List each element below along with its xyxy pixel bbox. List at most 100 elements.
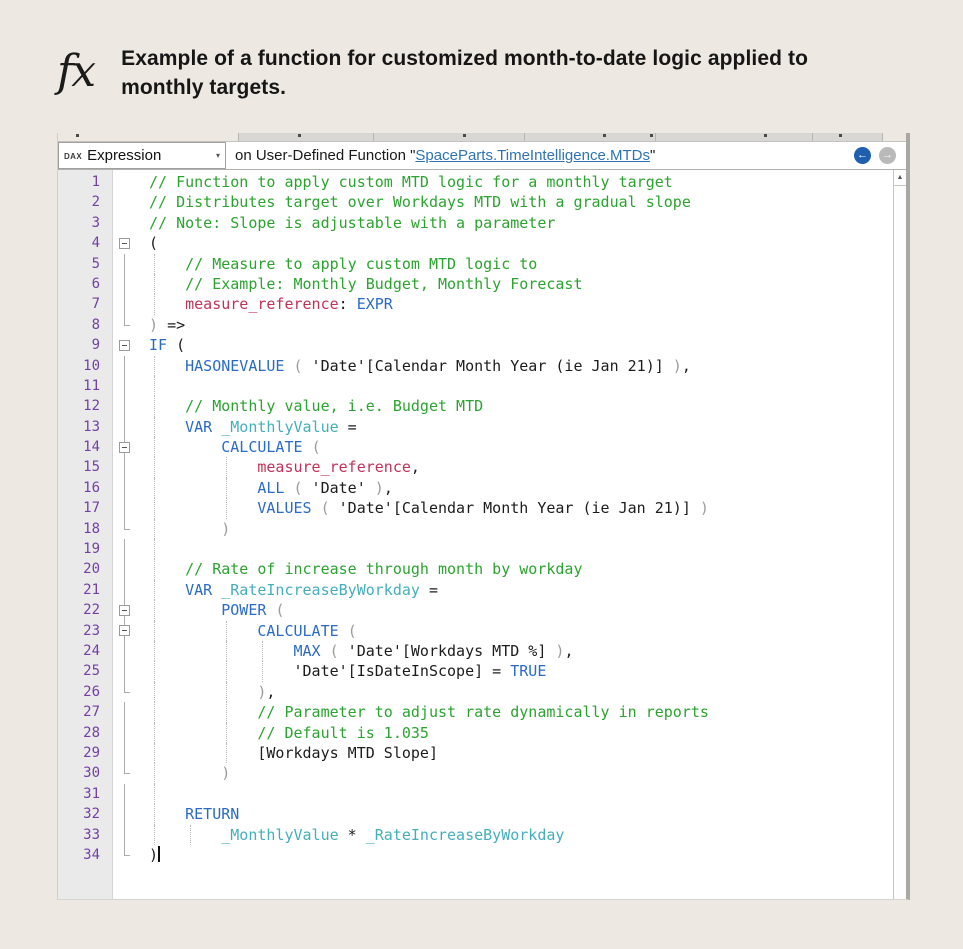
fold-collapse-icon[interactable] [119, 238, 130, 249]
code-text: [Workdays MTD Slope] [143, 743, 893, 763]
tab-text-fragment [76, 134, 79, 137]
fold-collapse-icon[interactable] [119, 442, 130, 453]
cutoff-tab[interactable] [238, 133, 374, 141]
page-header: fx Example of a function for customized … [57, 44, 808, 102]
code-line[interactable]: 14 CALCULATE ( [58, 437, 893, 457]
code-token [212, 581, 221, 599]
code-text: // Monthly value, i.e. Budget MTD [143, 396, 893, 416]
navigate-back-icon[interactable]: ← [854, 147, 871, 164]
code-text: // Distributes target over Workdays MTD … [143, 192, 893, 212]
navigate-forward-icon[interactable]: → [879, 147, 896, 164]
code-line[interactable]: 30 ) [58, 763, 893, 783]
fold-guide-line [124, 478, 125, 498]
cutoff-tab[interactable] [813, 133, 883, 141]
fold-margin [113, 478, 143, 498]
code-line[interactable]: 12 // Monthly value, i.e. Budget MTD [58, 396, 893, 416]
code-line[interactable]: 29 [Workdays MTD Slope] [58, 743, 893, 763]
code-line[interactable]: 21 VAR _RateIncreaseByWorkday = [58, 580, 893, 600]
code-token: // Rate of increase through month by wor… [185, 560, 582, 578]
indent-guide [154, 743, 155, 763]
cutoff-tab[interactable] [656, 133, 813, 141]
code-line[interactable]: 31 [58, 784, 893, 804]
code-line[interactable]: 34) [58, 845, 893, 865]
code-line[interactable]: 28 // Default is 1.035 [58, 723, 893, 743]
fold-margin [113, 294, 143, 314]
indent-guide [226, 723, 227, 743]
code-text: measure_reference, [143, 457, 893, 477]
code-token [149, 703, 257, 721]
cutoff-tab[interactable] [525, 133, 656, 141]
indent-guide [262, 641, 263, 661]
fold-margin [113, 254, 143, 274]
code-area[interactable]: 1// Function to apply custom MTD logic f… [58, 170, 906, 899]
code-line[interactable]: 23 CALCULATE ( [58, 621, 893, 641]
fold-collapse-icon[interactable] [119, 340, 130, 351]
fold-guide-line [124, 356, 125, 376]
code-token: // Default is 1.035 [257, 724, 429, 742]
code-line[interactable]: 26 ), [58, 682, 893, 702]
code-token: // Measure to apply custom MTD logic to [185, 255, 537, 273]
code-text: // Function to apply custom MTD logic fo… [143, 172, 893, 192]
code-line[interactable]: 27 // Parameter to adjust rate dynamical… [58, 702, 893, 722]
code-line[interactable]: 3// Note: Slope is adjustable with a par… [58, 213, 893, 233]
fold-margin [113, 723, 143, 743]
fold-guide-line [124, 254, 125, 274]
code-text: // Parameter to adjust rate dynamically … [143, 702, 893, 722]
line-number: 12 [58, 396, 113, 416]
code-text: ) [143, 519, 893, 539]
code-line[interactable]: 19 [58, 539, 893, 559]
code-line[interactable]: 5 // Measure to apply custom MTD logic t… [58, 254, 893, 274]
code-line[interactable]: 22 POWER ( [58, 600, 893, 620]
fold-margin [113, 580, 143, 600]
code-line[interactable]: 33 _MonthlyValue * _RateIncreaseByWorkda… [58, 825, 893, 845]
fold-guide-line [124, 376, 125, 396]
scroll-up-icon[interactable]: ▲ [894, 170, 906, 186]
code-token: VAR [185, 581, 212, 599]
indent-guide [262, 661, 263, 681]
code-line[interactable]: 6 // Example: Monthly Budget, Monthly Fo… [58, 274, 893, 294]
indent-guide [154, 417, 155, 437]
code-token [149, 622, 257, 640]
code-line[interactable]: 24 MAX ( 'Date'[Workdays MTD %] ), [58, 641, 893, 661]
code-token [321, 642, 330, 660]
code-line[interactable]: 17 VALUES ( 'Date'[Calendar Month Year (… [58, 498, 893, 518]
fold-margin [113, 641, 143, 661]
code-token: 'Date'[Calendar Month Year (ie Jan 21)] [330, 499, 700, 517]
line-number: 11 [58, 376, 113, 396]
code-line[interactable]: 18 ) [58, 519, 893, 539]
code-line[interactable]: 15 measure_reference, [58, 457, 893, 477]
line-number: 3 [58, 213, 113, 233]
cutoff-tab[interactable] [374, 133, 525, 141]
code-line[interactable]: 25 'Date'[IsDateInScope] = TRUE [58, 661, 893, 681]
code-line[interactable]: 16 ALL ( 'Date' ), [58, 478, 893, 498]
fold-guide-line [124, 723, 125, 743]
fold-collapse-icon[interactable] [119, 625, 130, 636]
code-token: ) [149, 846, 158, 864]
code-line[interactable]: 11 [58, 376, 893, 396]
code-line[interactable]: 4( [58, 233, 893, 253]
fold-margin [113, 621, 143, 641]
code-line[interactable]: 13 VAR _MonthlyValue = [58, 417, 893, 437]
code-line[interactable]: 7 measure_reference: EXPR [58, 294, 893, 314]
code-line[interactable]: 1// Function to apply custom MTD logic f… [58, 172, 893, 192]
expression-dropdown[interactable]: DAX Expression ▾ [58, 142, 226, 169]
code-line[interactable]: 8) => [58, 315, 893, 335]
code-line[interactable]: 20 // Rate of increase through month by … [58, 559, 893, 579]
indent-guide [154, 376, 155, 396]
code-token: * [339, 826, 366, 844]
code-token [284, 357, 293, 375]
fold-collapse-icon[interactable] [119, 605, 130, 616]
code-text [143, 784, 893, 804]
code-text: ALL ( 'Date' ), [143, 478, 893, 498]
code-token: // Monthly value, i.e. Budget MTD [185, 397, 483, 415]
code-line[interactable]: 2// Distributes target over Workdays MTD… [58, 192, 893, 212]
code-line[interactable]: 9IF ( [58, 335, 893, 355]
fold-margin [113, 396, 143, 416]
code-line[interactable]: 32 RETURN [58, 804, 893, 824]
code-line[interactable]: 10 HASONEVALUE ( 'Date'[Calendar Month Y… [58, 356, 893, 376]
vertical-scrollbar[interactable]: ▲ [893, 170, 906, 899]
dropdown-selected-value: Expression [87, 147, 216, 164]
line-number: 21 [58, 580, 113, 600]
function-name-link[interactable]: SpaceParts.TimeIntelligence.MTDs [415, 147, 650, 164]
fold-guide-line [124, 539, 125, 559]
